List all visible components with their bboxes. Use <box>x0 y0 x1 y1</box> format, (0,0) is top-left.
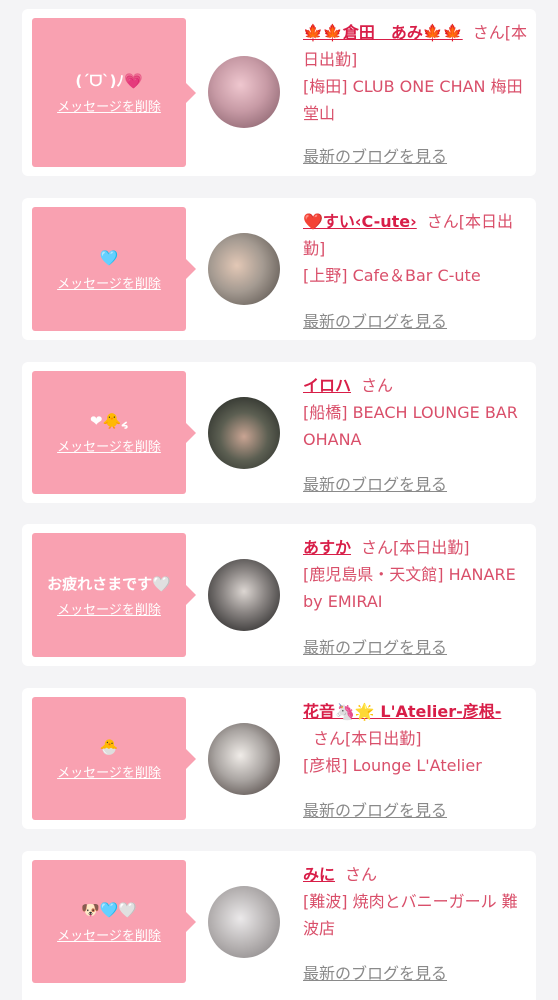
cast-info: 花音🦄🌟 L'Atelier-彦根- さん[本日出勤] [彦根] Lounge L… <box>303 698 527 779</box>
delete-message-link[interactable]: メッセージを削除 <box>57 925 161 944</box>
honorific: さん <box>361 538 394 557</box>
message-card: 🐶🩵🤍 メッセージを削除 みに さん [難波] 焼肉とバニーガール 難波店 最新の… <box>22 851 536 1000</box>
message-text: 🐶🩵🤍 <box>80 901 138 919</box>
cast-name-link[interactable]: あすか <box>303 538 351 557</box>
cast-name-link[interactable]: ❤️すい‹C-ute› <box>303 212 417 231</box>
message-bubble: 🩵 メッセージを削除 <box>32 207 196 331</box>
avatar[interactable] <box>208 397 280 469</box>
shop-location: [鹿児島県・天文館] HANARE by EMIRAI <box>303 565 516 611</box>
message-card: 🐣 メッセージを削除 花音🦄🌟 L'Atelier-彦根- さん[本日出勤] [彦… <box>22 688 536 829</box>
honorific: さん <box>313 729 346 748</box>
cast-name-link[interactable]: みに <box>303 865 335 884</box>
blog-link[interactable]: 最新のブログを見る <box>303 797 447 821</box>
honorific: さん <box>472 23 505 42</box>
cast-info: あすか さん[本日出勤] [鹿児島県・天文館] HANARE by EMIRAI <box>303 534 527 615</box>
cast-info: 🍁🍁倉田 あみ🍁🍁 さん[本日出勤] [梅田] CLUB ONE CHAN 梅田堂… <box>303 19 527 127</box>
blog-link[interactable]: 最新のブログを見る <box>303 634 447 658</box>
shop-location: [難波] 焼肉とバニーガール 難波店 <box>303 892 518 938</box>
honorific: さん <box>361 376 394 395</box>
avatar[interactable] <box>208 233 280 305</box>
message-card: お疲れさまです🤍 メッセージを削除 あすか さん[本日出勤] [鹿児島県・天文館]… <box>22 524 536 666</box>
honorific: さん <box>345 865 378 884</box>
blog-link[interactable]: 最新のブログを見る <box>303 308 447 332</box>
message-text: お疲れさまです🤍 <box>47 574 171 593</box>
message-text: ❤︎🐥៹ <box>89 412 129 430</box>
message-bubble: 🐣 メッセージを削除 <box>32 697 196 820</box>
delete-message-link[interactable]: メッセージを削除 <box>57 273 161 292</box>
cast-info: イロハ さん [船橋] BEACH LOUNGE BAR OHANA <box>303 372 527 453</box>
message-text: (ˊᗜˋ)ﾉ💗 <box>75 72 143 90</box>
delete-message-link[interactable]: メッセージを削除 <box>57 762 161 781</box>
message-card: ❤︎🐥៹ メッセージを削除 イロハ さん [船橋] BEACH LOUNGE BA… <box>22 362 536 503</box>
shop-location: [船橋] BEACH LOUNGE BAR OHANA <box>303 403 518 449</box>
status-text: [本日出勤] <box>345 729 422 748</box>
honorific: さん <box>426 212 459 231</box>
blog-link[interactable]: 最新のブログを見る <box>303 960 447 984</box>
avatar[interactable] <box>208 723 280 795</box>
cast-info: ❤️すい‹C-ute› さん[本日出勤] [上野] Cafe＆Bar C-ute <box>303 208 527 289</box>
delete-message-link[interactable]: メッセージを削除 <box>57 436 161 455</box>
message-bubble: お疲れさまです🤍 メッセージを削除 <box>32 533 196 657</box>
message-bubble: (ˊᗜˋ)ﾉ💗 メッセージを削除 <box>32 18 196 167</box>
cast-name-link[interactable]: イロハ <box>303 376 351 395</box>
delete-message-link[interactable]: メッセージを削除 <box>57 96 161 115</box>
status-text: [本日出勤] <box>393 538 470 557</box>
avatar[interactable] <box>208 559 280 631</box>
cast-info: みに さん [難波] 焼肉とバニーガール 難波店 <box>303 861 527 942</box>
cast-name-link[interactable]: 花音🦄🌟 L'Atelier-彦根- <box>303 702 501 721</box>
message-card: (ˊᗜˋ)ﾉ💗 メッセージを削除 🍁🍁倉田 あみ🍁🍁 さん[本日出勤] [梅田] … <box>22 9 536 176</box>
avatar[interactable] <box>208 56 280 128</box>
shop-location: [彦根] Lounge L'Atelier <box>303 756 482 775</box>
delete-message-link[interactable]: メッセージを削除 <box>57 599 161 618</box>
message-bubble: ❤︎🐥៹ メッセージを削除 <box>32 371 196 494</box>
message-text: 🐣 <box>99 738 119 756</box>
shop-location: [梅田] CLUB ONE CHAN 梅田堂山 <box>303 77 523 123</box>
avatar[interactable] <box>208 886 280 958</box>
cast-name-link[interactable]: 🍁🍁倉田 あみ🍁🍁 <box>303 23 463 42</box>
message-text: 🩵 <box>99 248 119 267</box>
message-bubble: 🐶🩵🤍 メッセージを削除 <box>32 860 196 983</box>
blog-link[interactable]: 最新のブログを見る <box>303 471 447 495</box>
shop-location: [上野] Cafe＆Bar C-ute <box>303 266 481 285</box>
blog-link[interactable]: 最新のブログを見る <box>303 143 447 167</box>
message-card: 🩵 メッセージを削除 ❤️すい‹C-ute› さん[本日出勤] [上野] Cafe… <box>22 198 536 340</box>
